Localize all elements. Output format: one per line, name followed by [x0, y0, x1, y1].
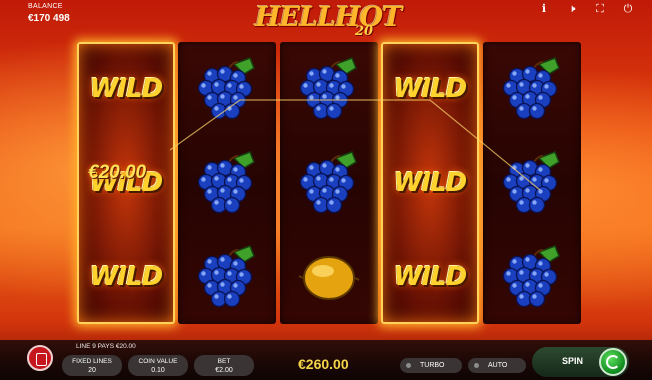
auto-toggle[interactable]: AUTO [468, 358, 526, 373]
grapes-icon [497, 242, 567, 312]
sound-off-icon[interactable]: 🕨 [566, 3, 578, 15]
reel-5 [483, 42, 581, 324]
turbo-label: TURBO [420, 362, 445, 369]
grapes-icon [497, 54, 567, 124]
toggle-dot-icon [474, 363, 479, 368]
balance-value: €170 498 [28, 13, 70, 24]
win-line-message: LINE 9 PAYS €20.00 [76, 343, 136, 350]
turbo-toggle[interactable]: TURBO [400, 358, 462, 373]
spin-label: SPIN [562, 356, 584, 366]
top-bar: BALANCE €170 498 HELLHOT 20 ℹ 🕨 ⛶ ⏻ [0, 0, 652, 39]
reel-2 [178, 42, 276, 324]
grapes-icon [192, 54, 262, 124]
fixed-lines-value: 20 [88, 367, 96, 374]
lemon-icon [298, 249, 360, 305]
spin-icon[interactable] [599, 348, 627, 376]
symbol-wild: WILD [77, 42, 175, 136]
coin-value-value: 0.10 [151, 367, 165, 374]
spin-button[interactable]: SPIN [532, 347, 629, 377]
bet-field[interactable]: BET €2.00 [194, 355, 254, 376]
fixed-lines-field[interactable]: FIXED LINES 20 [62, 355, 122, 376]
fixed-lines-label: FIXED LINES [72, 358, 112, 365]
grapes-icon [294, 54, 364, 124]
wild-symbol-label: WILD [393, 262, 468, 292]
symbol-grapes [280, 136, 378, 230]
symbol-grapes [178, 230, 276, 324]
reel-3 [280, 42, 378, 324]
symbol-wild: WILD [381, 42, 479, 136]
total-win: €260.00 [298, 356, 349, 372]
balance-label: BALANCE [28, 3, 63, 10]
fullscreen-icon[interactable]: ⛶ [594, 3, 606, 15]
cards-icon [36, 353, 47, 366]
control-bar: LINE 9 PAYS €20.00 FIXED LINES 20 COIN V… [0, 340, 652, 380]
wild-symbol-label: WILD [89, 262, 164, 292]
grapes-icon [497, 148, 567, 218]
auto-label: AUTO [488, 362, 508, 369]
symbol-grapes [483, 230, 581, 324]
line-win-amount: €20.00 [88, 162, 147, 183]
symbol-wild: WILD [381, 136, 479, 230]
coin-value-label: COIN VALUE [138, 358, 178, 365]
symbol-grapes [280, 42, 378, 136]
menu-button[interactable] [27, 345, 53, 371]
logo-title: HELLHOT [255, 2, 402, 33]
bet-value: €2.00 [215, 367, 233, 374]
symbol-wild: WILD [77, 230, 175, 324]
symbol-grapes [483, 136, 581, 230]
reel-4: WILD WILD WILD [381, 42, 479, 324]
wild-symbol-label: WILD [393, 168, 468, 198]
info-icon[interactable]: ℹ [538, 3, 550, 15]
grapes-icon [192, 242, 262, 312]
bet-label: BET [217, 358, 231, 365]
toggle-dot-icon [406, 363, 411, 368]
coin-value-field[interactable]: COIN VALUE 0.10 [128, 355, 188, 376]
symbol-grapes [178, 136, 276, 230]
wild-symbol-label: WILD [393, 74, 468, 104]
symbol-grapes [178, 42, 276, 136]
grapes-icon [294, 148, 364, 218]
wild-symbol-label: WILD [89, 74, 164, 104]
game-logo: HELLHOT 20 [255, 2, 402, 40]
symbol-grapes [483, 42, 581, 136]
grapes-icon [192, 148, 262, 218]
symbol-lemon [280, 230, 378, 324]
symbol-wild: WILD [381, 230, 479, 324]
logo-subtitle: 20 [355, 24, 374, 39]
reel-grid: WILD WILD WILD WILD WILD WILD [77, 42, 582, 324]
power-icon[interactable]: ⏻ [622, 3, 634, 15]
